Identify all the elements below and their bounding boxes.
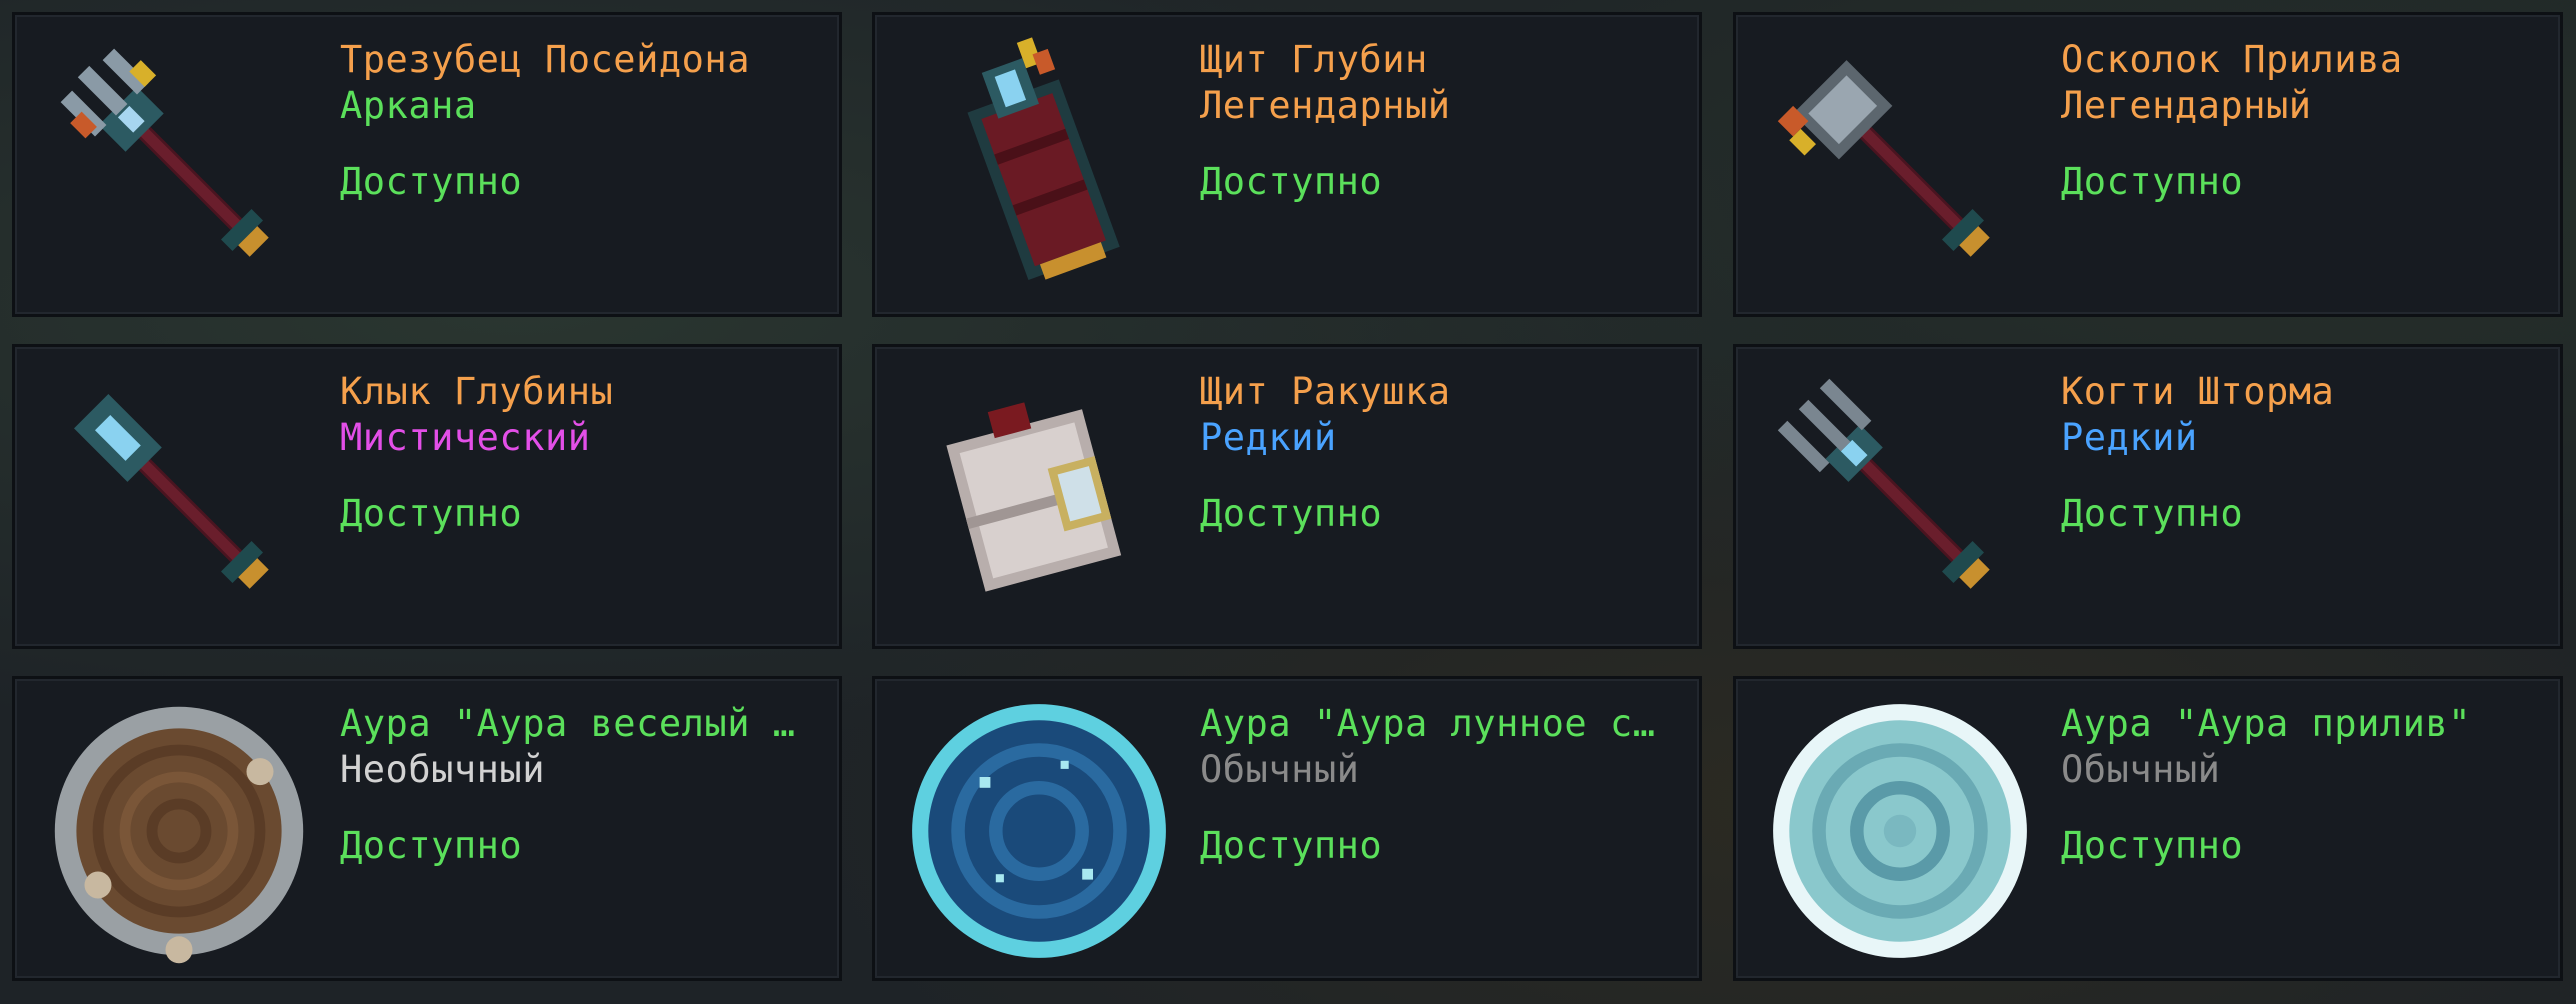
item-name: Осколок Прилива	[2061, 38, 2403, 81]
item-rarity: Обычный	[2061, 748, 2221, 791]
shield-icon	[889, 29, 1189, 305]
item-card[interactable]: Осколок Прилива Легендарный Доступно	[1733, 12, 2563, 317]
item-rarity: Мистический	[340, 416, 591, 459]
item-status: Доступно	[340, 824, 523, 867]
item-name: Аура "Аура прилив"	[2061, 702, 2471, 745]
item-name: Аура "Аура веселый …	[340, 702, 796, 745]
item-status: Доступно	[2061, 492, 2244, 535]
item-card[interactable]: Аура "Аура веселый … Необычный Доступно	[12, 676, 842, 981]
item-status: Доступно	[2061, 824, 2244, 867]
item-name: Аура "Аура лунное с…	[1200, 702, 1656, 745]
item-card[interactable]: Аура "Аура лунное с… Обычный Доступно	[872, 676, 1702, 981]
item-card[interactable]: Клык Глубины Мистический Доступно	[12, 344, 842, 649]
item-rarity: Редкий	[1200, 416, 1337, 459]
item-rarity: Легендарный	[1200, 84, 1451, 127]
item-name: Клык Глубины	[340, 370, 614, 413]
aura-stone-icon	[29, 693, 329, 969]
item-rarity: Редкий	[2061, 416, 2198, 459]
spear-icon	[29, 361, 329, 637]
aura-moon-icon	[889, 693, 1189, 969]
item-status: Доступно	[340, 492, 523, 535]
item-rarity: Обычный	[1200, 748, 1360, 791]
item-card[interactable]: Щит Ракушка Редкий Доступно	[872, 344, 1702, 649]
item-rarity: Аркана	[340, 84, 477, 127]
item-name: Щит Ракушка	[1200, 370, 1451, 413]
item-name: Щит Глубин	[1200, 38, 1428, 81]
item-status: Доступно	[1200, 492, 1383, 535]
item-status: Доступно	[2061, 160, 2244, 203]
claw-trident-icon	[1750, 361, 2050, 637]
hammer-icon	[1750, 29, 2050, 305]
item-status: Доступно	[1200, 160, 1383, 203]
item-card[interactable]: Щит Глубин Легендарный Доступно	[872, 12, 1702, 317]
item-status: Доступно	[340, 160, 523, 203]
item-card[interactable]: Трезубец Посейдона Аркана Доступно	[12, 12, 842, 317]
item-card[interactable]: Аура "Аура прилив" Обычный Доступно	[1733, 676, 2563, 981]
item-name: Трезубец Посейдона	[340, 38, 750, 81]
aura-tide-icon	[1750, 693, 2050, 969]
trident-icon	[29, 29, 329, 305]
item-status: Доступно	[1200, 824, 1383, 867]
shell-shield-icon	[889, 361, 1189, 637]
item-name: Когти Шторма	[2061, 370, 2335, 413]
item-rarity: Легендарный	[2061, 84, 2312, 127]
item-rarity: Необычный	[340, 748, 545, 791]
item-card[interactable]: Когти Шторма Редкий Доступно	[1733, 344, 2563, 649]
